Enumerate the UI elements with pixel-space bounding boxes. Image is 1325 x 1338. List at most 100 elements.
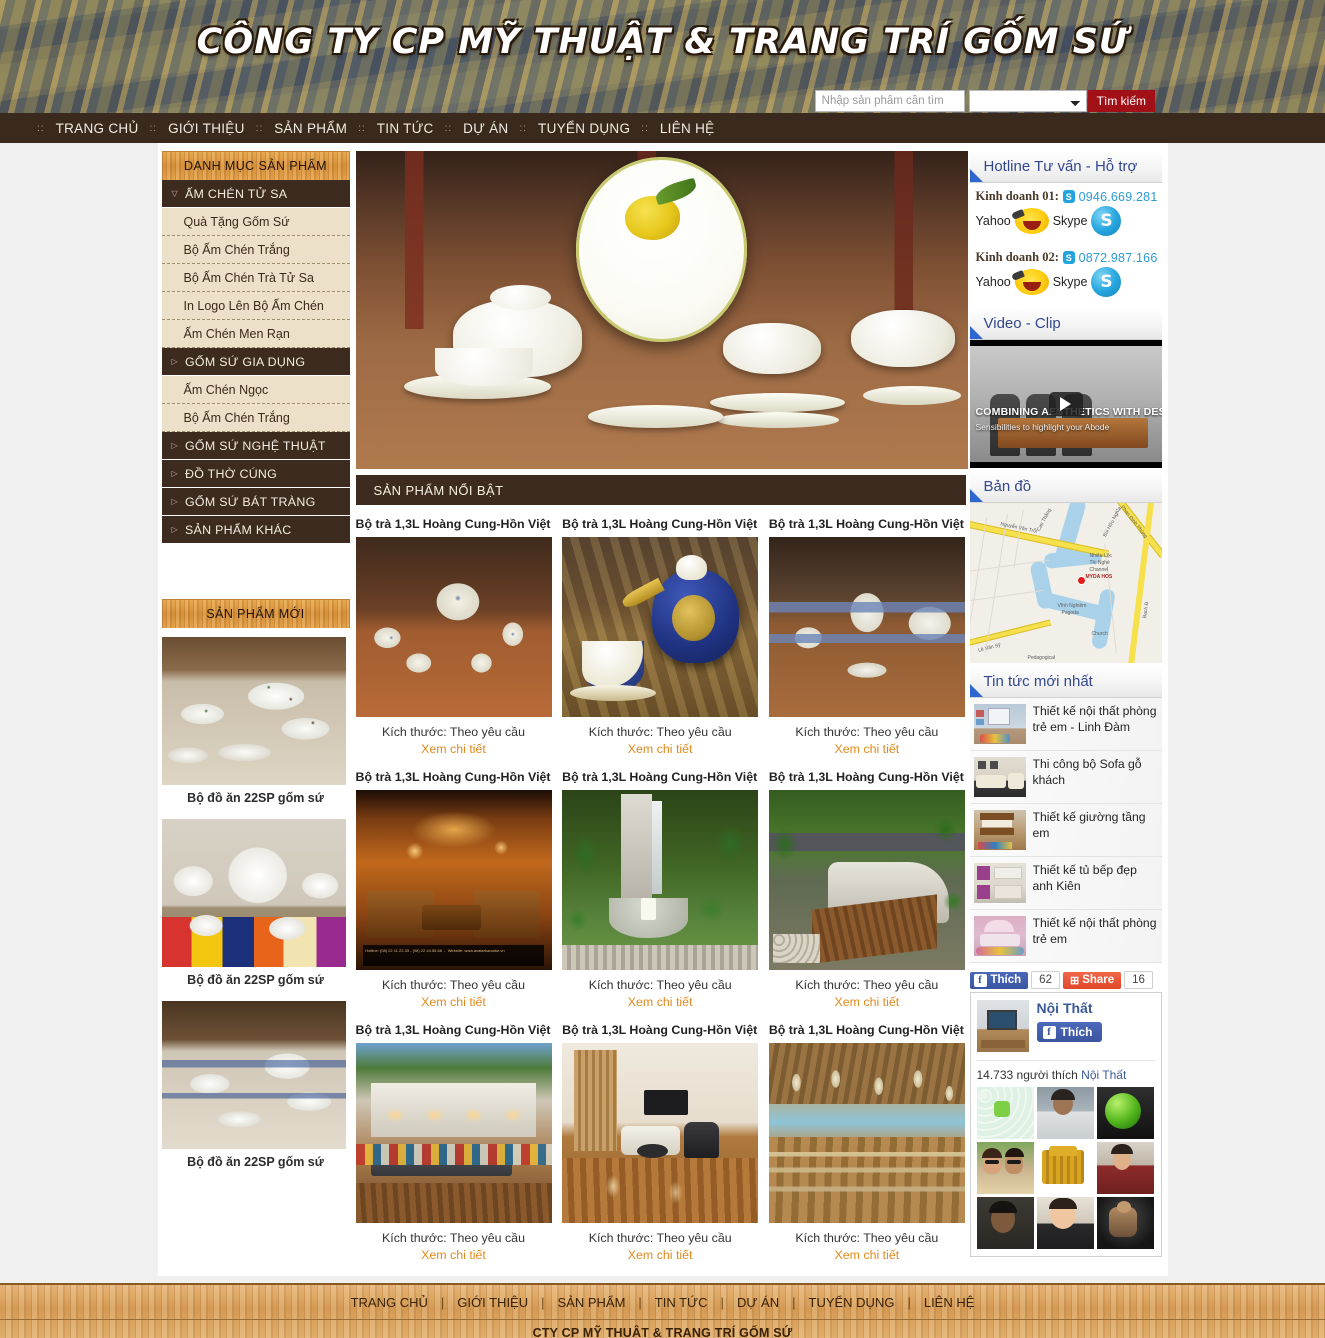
product-title[interactable]: Bộ trà 1,3L Hoàng Cung-Hồn Việt (356, 770, 552, 784)
facebook-face[interactable] (1036, 1142, 1095, 1194)
facebook-face[interactable] (1097, 1197, 1155, 1249)
facebook-page-name[interactable]: Nội Thất (1037, 1000, 1102, 1016)
subcategory-in-logo-len-bo-am-chen[interactable]: In Logo Lên Bộ Ấm Chén (161, 292, 350, 320)
category-gom-su-gia-dung[interactable]: ▷ GỐM SỨ GIA DỤNG (161, 348, 350, 376)
news-item[interactable]: Thiết kế giường tầng em (969, 804, 1162, 857)
search-category-select[interactable] (968, 90, 1087, 112)
footer-link-tin-tuc[interactable]: Tin tức (642, 1295, 721, 1310)
new-product-image[interactable] (161, 1001, 346, 1149)
product-image[interactable] (355, 537, 552, 717)
new-product-item[interactable]: Bộ đồ ăn 22SP gốm sứ (161, 637, 350, 815)
video-player[interactable]: COMBINING AESTHETICS WITH DESIGN Sensibi… (969, 340, 1162, 468)
facebook-face[interactable] (1097, 1142, 1155, 1194)
facebook-face[interactable] (976, 1197, 1034, 1249)
new-product-image[interactable] (161, 637, 346, 785)
product-image[interactable] (768, 537, 965, 717)
product-title[interactable]: Bộ trà 1,3L Hoàng Cung-Hồn Việt (562, 770, 758, 784)
skype-logo-icon[interactable]: S (1091, 267, 1122, 297)
search-input[interactable] (814, 90, 965, 112)
nav-item-tin-tuc[interactable]: Tin tức (368, 121, 443, 136)
facebook-share-button[interactable]: ⊞ Share (1062, 971, 1122, 989)
yahoo-messenger-icon[interactable] (1014, 269, 1049, 295)
footer-link-lien-he[interactable]: Liên hệ (911, 1295, 988, 1310)
news-title[interactable]: Thiết kế giường tầng em (1033, 810, 1158, 842)
contact-phone[interactable]: 0946.669.281 (1079, 190, 1158, 204)
product-image[interactable] (562, 537, 759, 717)
category-gom-su-nghe-thuat[interactable]: ▷ GỐM SỨ NGHỆ THUẬT (161, 432, 350, 460)
product-title[interactable]: Bộ trà 1,3L Hoàng Cung-Hồn Việt (356, 517, 552, 531)
new-product-caption[interactable]: Bộ đồ ăn 22SP gốm sứ (162, 785, 350, 815)
footer-link-gioi-thieu[interactable]: Giới thiệu (444, 1295, 541, 1310)
skype-icon[interactable]: S (1062, 251, 1075, 264)
facebook-like-button[interactable]: f Thích (969, 971, 1029, 989)
hero-banner-image[interactable] (355, 151, 968, 469)
facebook-face[interactable] (1036, 1087, 1095, 1139)
new-product-item[interactable]: Bộ đồ ăn 22SP gốm sứ (161, 819, 350, 997)
product-title[interactable]: Bộ trà 1,3L Hoàng Cung-Hồn Việt (769, 517, 965, 531)
subcategory-am-chen-ngoc[interactable]: Ấm Chén Ngọc (161, 376, 350, 404)
category-gom-su-bat-trang[interactable]: ▷ GỐM SỨ BÁT TRÀNG (161, 488, 350, 516)
facebook-face[interactable] (1097, 1087, 1155, 1139)
category-do-tho-cung[interactable]: ▷ ĐỒ THỜ CÚNG (161, 460, 350, 488)
subcategory-bo-am-chen-trang-2[interactable]: Bộ Ấm Chén Trắng (161, 404, 350, 432)
product-image[interactable] (768, 790, 965, 970)
product-detail-link[interactable]: Xem chi tiết (562, 992, 758, 1023)
facebook-likes-page[interactable]: Nội Thất (1081, 1068, 1126, 1082)
nav-item-lien-he[interactable]: Liên hệ (651, 121, 724, 136)
category-san-pham-khac[interactable]: ▷ SẢN PHẨM KHÁC (161, 516, 350, 544)
product-detail-link[interactable]: Xem chi tiết (562, 1245, 758, 1276)
product-detail-link[interactable]: Xem chi tiết (356, 739, 552, 770)
product-title[interactable]: Bộ trà 1,3L Hoàng Cung-Hồn Việt (356, 1023, 552, 1037)
footer-link-san-pham[interactable]: Sản phẩm (545, 1295, 639, 1310)
new-product-caption[interactable]: Bộ đồ ăn 22SP gốm sứ (162, 967, 350, 997)
facebook-page-like-button[interactable]: f Thích (1036, 1022, 1102, 1042)
facebook-page-avatar[interactable] (976, 1000, 1029, 1052)
news-title[interactable]: Thi công bộ Sofa gỗ khách (1033, 757, 1158, 789)
product-image[interactable] (562, 1043, 759, 1223)
skype-logo-icon[interactable]: S (1091, 206, 1122, 236)
product-image[interactable] (355, 1043, 552, 1223)
subcategory-bo-am-chen-trang[interactable]: Bộ Ấm Chén Trắng (161, 236, 350, 264)
new-product-image[interactable] (161, 819, 346, 967)
product-detail-link[interactable]: Xem chi tiết (769, 1245, 965, 1276)
product-image[interactable]: Hotline: (08) 22 11.22.33 - (08) 22 44.5… (355, 790, 552, 970)
skype-icon[interactable]: S (1062, 190, 1075, 203)
footer-link-tuyen-dung[interactable]: Tuyển dụng (796, 1295, 908, 1310)
new-product-caption[interactable]: Bộ đồ ăn 22SP gốm sứ (162, 1149, 350, 1179)
news-title[interactable]: Thiết kế nội thất phòng trẻ em - Linh Đà… (1033, 704, 1158, 736)
product-title[interactable]: Bộ trà 1,3L Hoàng Cung-Hồn Việt (562, 517, 758, 531)
product-title[interactable]: Bộ trà 1,3L Hoàng Cung-Hồn Việt (769, 1023, 965, 1037)
nav-item-tuyen-dung[interactable]: Tuyển dụng (529, 121, 639, 136)
new-product-item[interactable]: Bộ đồ ăn 22SP gốm sứ (161, 1001, 350, 1179)
news-item[interactable]: Thi công bộ Sofa gỗ khách (969, 751, 1162, 804)
product-title[interactable]: Bộ trà 1,3L Hoàng Cung-Hồn Việt (562, 1023, 758, 1037)
location-map[interactable]: MYDA HOS Nhiêu Lộc Thị Nghè Channel Vĩnh… (969, 503, 1162, 663)
subcategory-qua-tang-gom-su[interactable]: Quà Tặng Gốm Sứ (161, 208, 350, 236)
category-am-chen-tu-sa[interactable]: ▽ ẤM CHÉN TỬ SA (161, 180, 350, 208)
product-detail-link[interactable]: Xem chi tiết (769, 739, 965, 770)
product-image[interactable] (562, 790, 759, 970)
subcategory-bo-am-chen-tra-tu-sa[interactable]: Bộ Ấm Chén Trà Tử Sa (161, 264, 350, 292)
facebook-face[interactable] (976, 1087, 1034, 1139)
play-icon[interactable] (1048, 392, 1083, 416)
yahoo-messenger-icon[interactable] (1014, 208, 1049, 234)
news-item[interactable]: Thiết kế nội thất phòng trẻ em - Linh Đà… (969, 698, 1162, 751)
nav-item-du-an[interactable]: Dự án (454, 121, 517, 136)
subcategory-am-chen-men-ran[interactable]: Ấm Chén Men Rạn (161, 320, 350, 348)
nav-item-san-pham[interactable]: Sản phẩm (265, 121, 356, 136)
facebook-face[interactable] (976, 1142, 1034, 1194)
product-detail-link[interactable]: Xem chi tiết (356, 1245, 552, 1276)
product-title[interactable]: Bộ trà 1,3L Hoàng Cung-Hồn Việt (769, 770, 965, 784)
news-title[interactable]: Thiết kế nội thất phòng trẻ em (1033, 916, 1158, 948)
search-button[interactable]: Tìm kiếm (1087, 90, 1155, 112)
product-detail-link[interactable]: Xem chi tiết (769, 992, 965, 1023)
news-title[interactable]: Thiết kế tủ bếp đẹp anh Kiên (1033, 863, 1158, 895)
product-detail-link[interactable]: Xem chi tiết (356, 992, 552, 1023)
facebook-face[interactable] (1036, 1197, 1095, 1249)
news-item[interactable]: Thiết kế tủ bếp đẹp anh Kiên (969, 857, 1162, 910)
news-item[interactable]: Thiết kế nội thất phòng trẻ em (969, 910, 1162, 963)
nav-item-gioi-thieu[interactable]: Giới thiệu (159, 121, 254, 136)
nav-item-trang-chu[interactable]: Trang chủ (47, 121, 148, 136)
footer-link-trang-chu[interactable]: Trang chủ (338, 1295, 441, 1310)
footer-link-du-an[interactable]: Dự án (724, 1295, 792, 1310)
